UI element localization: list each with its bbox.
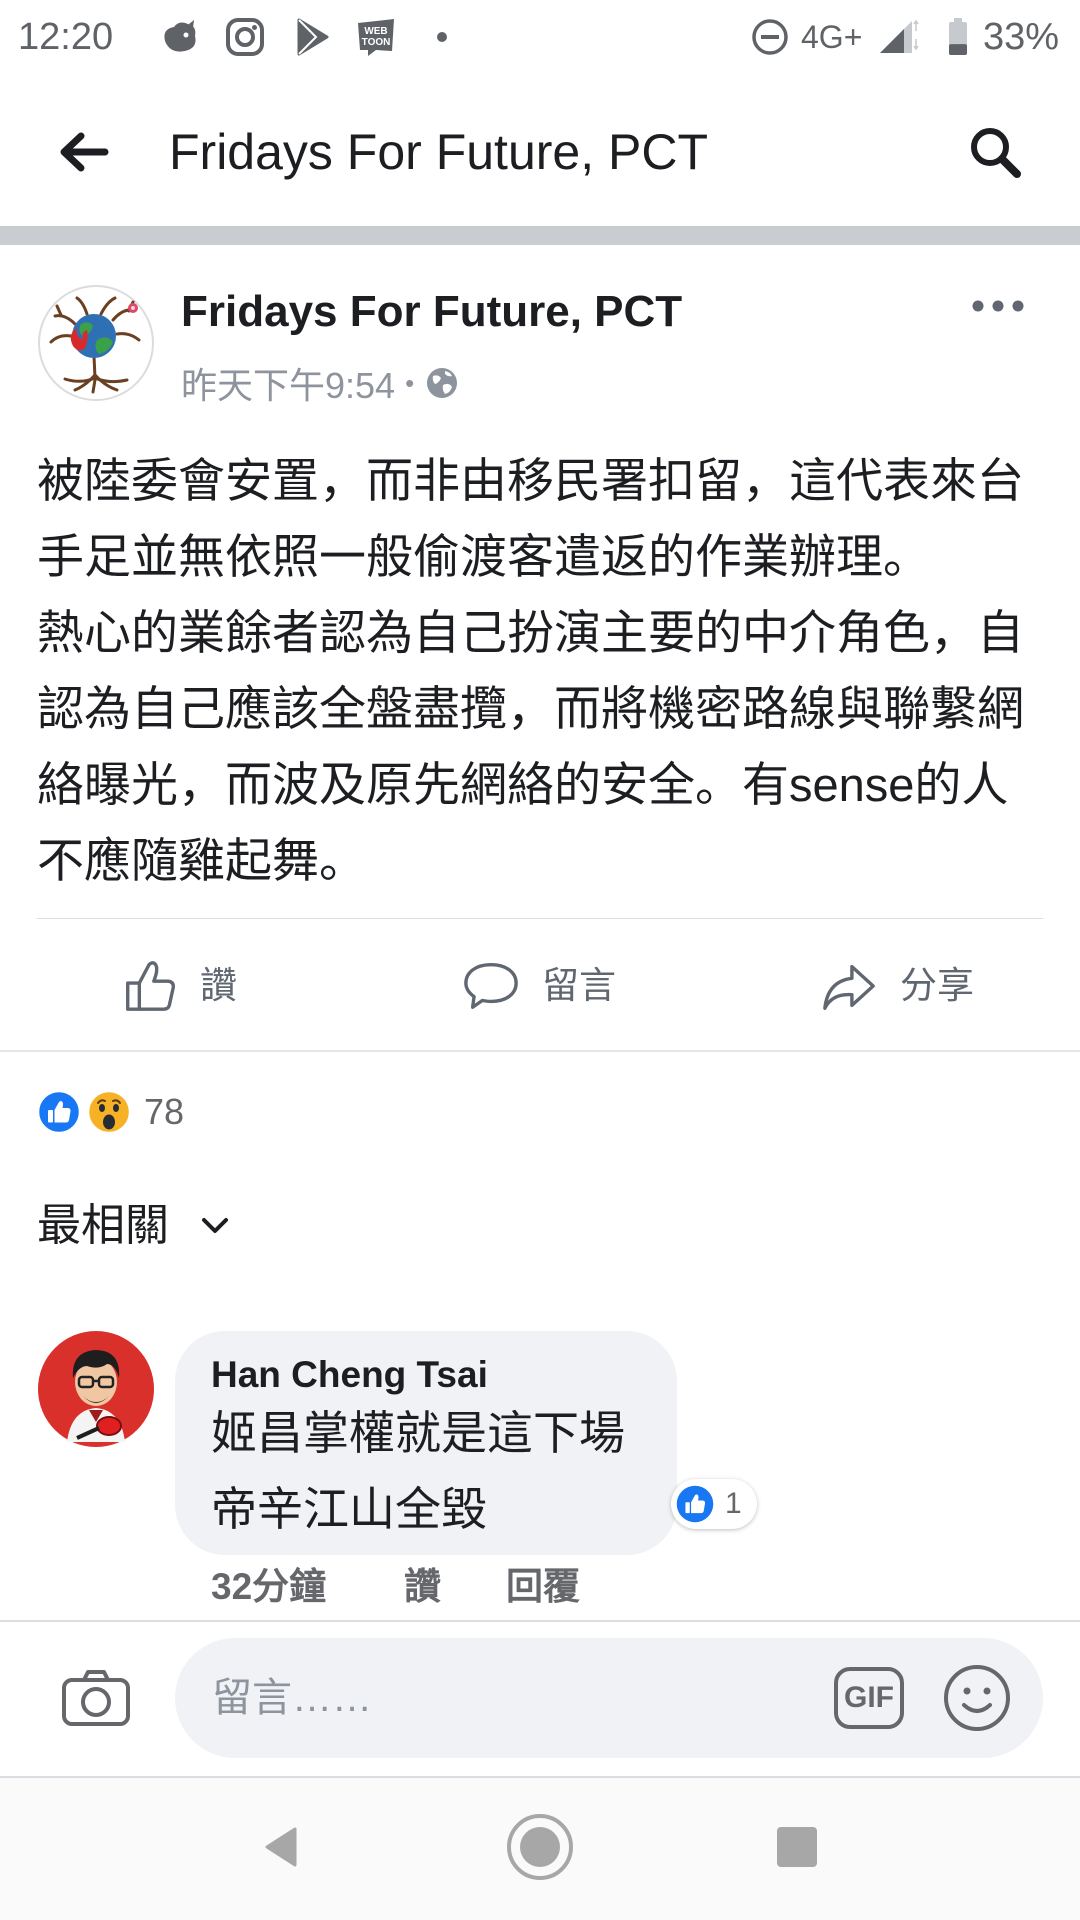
webtoon-logo-line: WEB <box>364 26 387 37</box>
section-divider <box>0 226 1080 245</box>
more-options-icon[interactable] <box>968 296 1028 316</box>
comment-like-button[interactable]: 讚 <box>404 1565 441 1609</box>
nav-recents-icon[interactable] <box>775 1825 819 1869</box>
page-avatar[interactable] <box>37 284 155 402</box>
webtoon-icon: WEB TOON <box>354 17 398 57</box>
post-timestamp[interactable]: 昨天下午9:54 <box>181 357 395 409</box>
share-label: 分享 <box>900 965 974 1006</box>
more-notifications-dot-icon <box>436 31 448 43</box>
battery-icon <box>947 17 969 57</box>
comment-label: 留言 <box>542 965 616 1006</box>
comment-icon <box>462 957 520 1015</box>
comment-reaction-badge[interactable]: 1 <box>671 1479 757 1529</box>
play-store-icon <box>294 17 330 57</box>
globe-icon <box>424 365 460 401</box>
like-reaction-icon[interactable] <box>36 1089 82 1135</box>
creature-app-icon <box>159 19 199 55</box>
actions-divider <box>0 1050 1080 1052</box>
like-label: 讚 <box>200 965 237 1006</box>
status-bar: 12:20 WEB TOON 4G+ 33% <box>0 0 1080 76</box>
nav-home-icon[interactable] <box>505 1812 575 1882</box>
signal-icon <box>876 17 920 57</box>
post-text-line: 被陸委會安置，而非由移民署扣留，這代表來台 <box>37 454 1024 507</box>
like-reaction-icon <box>675 1484 715 1524</box>
like-icon <box>120 957 178 1015</box>
comment-text-line: 帝辛江山全毀 <box>211 1483 487 1535</box>
comment-author[interactable]: Han Cheng Tsai <box>211 1353 488 1397</box>
emoji-icon[interactable] <box>942 1663 1012 1733</box>
commenter-avatar[interactable] <box>37 1330 155 1448</box>
gif-button[interactable]: GIF <box>834 1667 904 1729</box>
comment-time[interactable]: 32分鐘 <box>211 1565 326 1609</box>
comment-composer[interactable]: GIF <box>175 1638 1043 1758</box>
post-text-line: 絡曝光，而波及原先網絡的安全。有sense的人 <box>37 758 1009 811</box>
post-text-line: 手足並無依照一般偷渡客遣返的作業辦理。 <box>37 530 930 583</box>
post-body: 被陸委會安置，而非由移民署扣留，這代表來台 手足並無依照一般偷渡客遣返的作業辦理… <box>37 443 1047 899</box>
comment-button[interactable]: 留言 <box>462 956 616 1016</box>
search-icon[interactable] <box>965 122 1025 182</box>
meta-separator: • <box>405 367 415 398</box>
comment-reaction-count: 1 <box>725 1487 742 1520</box>
post-text-line: 認為自己應該全盤盡攬，而將機密路線與聯繫網 <box>37 682 1024 735</box>
post-author[interactable]: Fridays For Future, PCT <box>181 286 682 338</box>
status-time: 12:20 <box>18 16 114 58</box>
post-text-line: 不應隨雞起舞。 <box>37 834 366 887</box>
nav-back-icon[interactable] <box>257 1822 307 1872</box>
network-type: 4G+ <box>801 19 863 55</box>
battery-percent: 33% <box>983 16 1060 58</box>
post-meta: 昨天下午9:54 • <box>181 362 460 406</box>
post-text-line: 熱心的業餘者認為自己扮演主要的中介角色，自 <box>37 606 1024 659</box>
like-button[interactable]: 讚 <box>120 956 237 1016</box>
reaction-count[interactable]: 78 <box>144 1090 184 1134</box>
wow-reaction-icon[interactable] <box>86 1089 132 1135</box>
instagram-icon <box>225 17 265 57</box>
post-divider <box>37 918 1043 919</box>
back-arrow-icon[interactable] <box>57 130 109 174</box>
share-icon <box>820 957 878 1015</box>
page-title: Fridays For Future, PCT <box>169 124 708 180</box>
camera-icon[interactable] <box>60 1666 132 1730</box>
share-button[interactable]: 分享 <box>820 956 974 1016</box>
webtoon-logo-line: TOON <box>362 37 391 48</box>
comment-text-line: 姬昌掌權就是這下場 <box>211 1407 625 1459</box>
do-not-disturb-icon <box>750 17 790 57</box>
composer-top-divider <box>0 1620 1080 1622</box>
comments-filter-label[interactable]: 最相關 <box>37 1199 169 1253</box>
comment-input[interactable] <box>212 1668 812 1728</box>
comment-reply-button[interactable]: 回覆 <box>506 1565 580 1609</box>
chevron-down-icon[interactable] <box>200 1216 230 1236</box>
